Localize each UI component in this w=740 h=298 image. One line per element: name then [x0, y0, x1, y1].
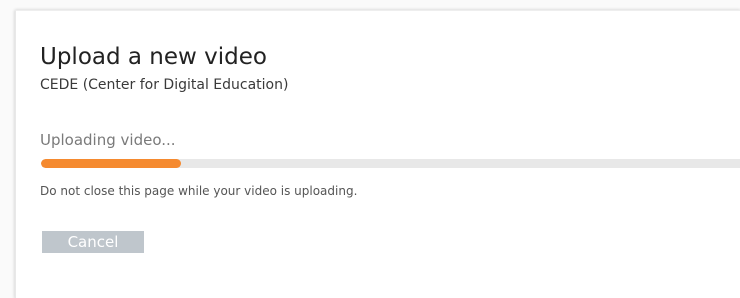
- upload-panel: Upload a new video CEDE (Center for Digi…: [15, 10, 740, 298]
- upload-progress-bar: [41, 159, 740, 168]
- upload-warning-text: Do not close this page while your video …: [40, 184, 358, 198]
- upload-status-text: Uploading video...: [40, 131, 176, 149]
- page-title: Upload a new video: [40, 44, 267, 70]
- organization-name: CEDE (Center for Digital Education): [40, 77, 289, 93]
- page: Upload a new video CEDE (Center for Digi…: [0, 0, 740, 298]
- upload-progress-fill: [41, 159, 181, 168]
- cancel-button[interactable]: Cancel: [42, 231, 144, 253]
